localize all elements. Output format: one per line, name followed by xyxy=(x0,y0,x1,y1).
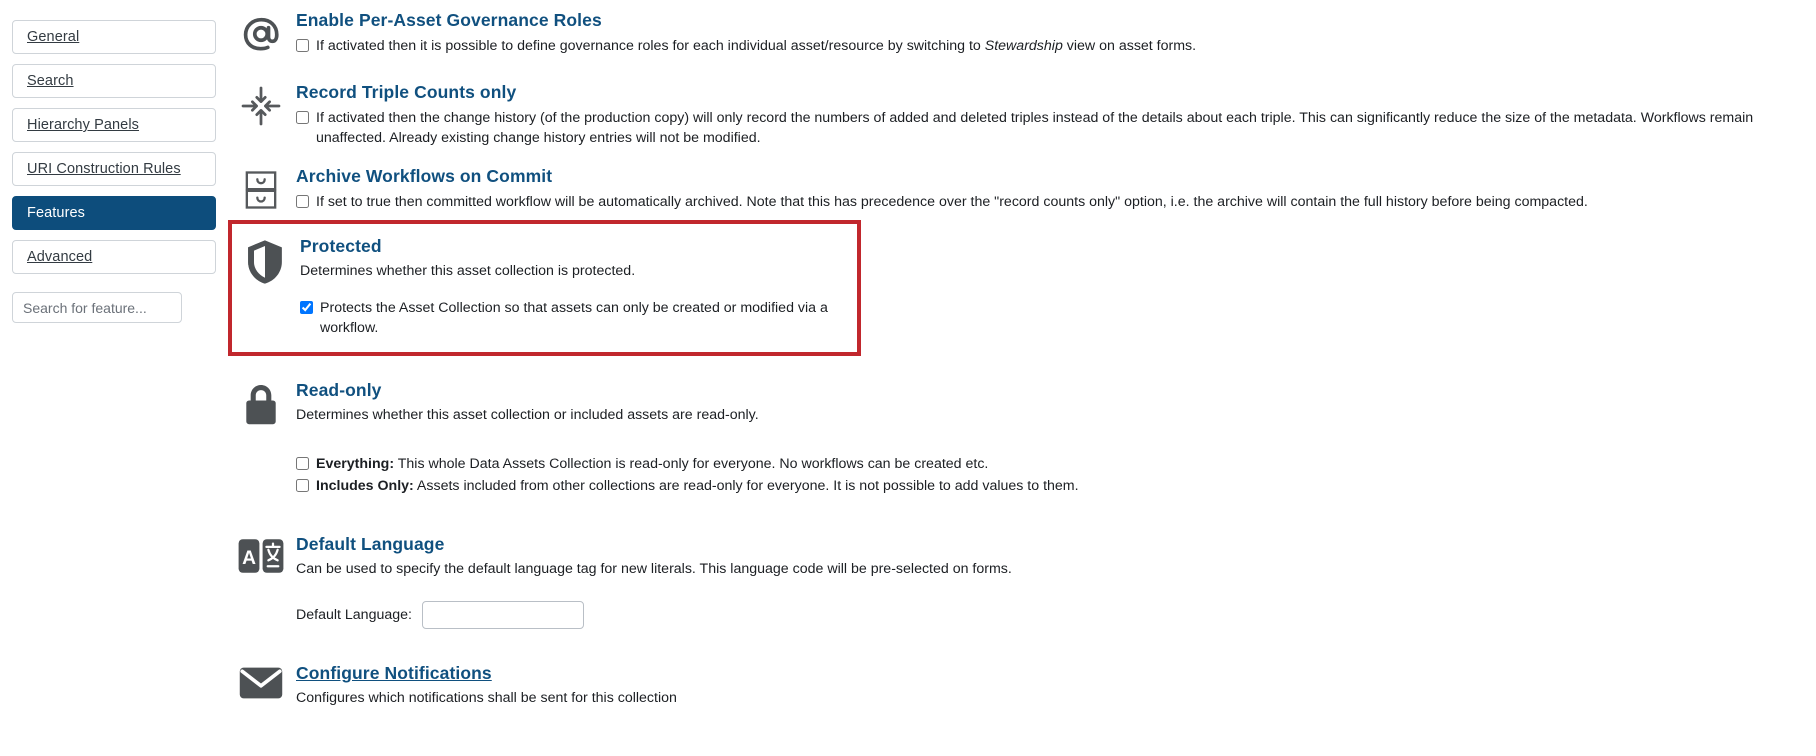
default-language-label: Default Language: xyxy=(296,607,412,624)
sidebar-item-label: URI Construction Rules xyxy=(27,161,181,177)
sidebar-item-label: General xyxy=(27,29,80,45)
translate-icon: A xyxy=(228,534,294,576)
sidebar-item-label: Search xyxy=(27,73,74,89)
compress-arrows-icon xyxy=(228,82,294,128)
checkbox-label: Protects the Asset Collection so that as… xyxy=(320,299,828,336)
envelope-icon xyxy=(228,663,294,701)
checkbox-row: If set to true then committed workflow w… xyxy=(296,192,1802,212)
default-language-field-row: Default Language: xyxy=(296,601,1802,630)
lock-icon xyxy=(228,380,294,428)
checkbox-label-prefix: Includes Only: xyxy=(316,477,414,494)
checkbox-label-emphasis: Stewardship xyxy=(984,37,1063,54)
feature-record-triple-counts-only: Record Triple Counts only If activated t… xyxy=(228,82,1816,148)
sidebar-item-general[interactable]: General xyxy=(12,20,216,54)
sidebar-item-label: Features xyxy=(27,205,86,221)
sidebar-item-search[interactable]: Search xyxy=(12,64,216,98)
sidebar: General Search Hierarchy Panels URI Cons… xyxy=(0,0,228,756)
protected-checkbox[interactable] xyxy=(300,300,313,314)
feature-title: Archive Workflows on Commit xyxy=(296,166,553,187)
checkbox-label: If activated then it is possible to defi… xyxy=(316,36,1802,56)
checkbox-label: Includes Only: Assets included from othe… xyxy=(316,476,1802,496)
checkbox-label-pre: If activated then it is possible to defi… xyxy=(316,37,985,54)
feature-title: Default Language xyxy=(296,533,445,554)
feature-enable-per-asset-governance-roles: Enable Per-Asset Governance Roles If act… xyxy=(228,10,1816,56)
feature-title: Enable Per-Asset Governance Roles xyxy=(296,10,602,30)
feature-search-input[interactable] xyxy=(12,292,182,323)
feature-description: Determines whether this asset collection… xyxy=(296,406,759,423)
at-sign-icon xyxy=(228,10,294,56)
feature-title: Record Triple Counts only xyxy=(296,82,517,103)
checkbox-label-prefix: Everything: xyxy=(316,455,395,472)
sidebar-item-label: Hierarchy Panels xyxy=(27,117,140,133)
sidebar-item-advanced[interactable]: Advanced xyxy=(12,240,216,274)
checkbox-label: If activated then the change history (of… xyxy=(316,109,1754,147)
shield-icon xyxy=(232,236,298,286)
feature-protected-highlighted: Protected Determines whether this asset … xyxy=(228,220,861,357)
checkbox-row: Protects the Asset Collection so that as… xyxy=(300,298,847,338)
feature-description: Can be used to specify the default langu… xyxy=(296,560,1012,577)
feature-title: Protected xyxy=(300,236,382,257)
feature-configure-notifications: Configure Notifications Configures which… xyxy=(228,663,1816,708)
read-only-everything-checkbox[interactable] xyxy=(296,456,309,470)
checkbox-row: Everything: This whole Data Assets Colle… xyxy=(296,454,1802,474)
feature-archive-workflows-on-commit: Archive Workflows on Commit If set to tr… xyxy=(228,166,1816,212)
checkbox-label: If set to true then committed workflow w… xyxy=(316,194,1588,211)
checkbox-row: If activated then it is possible to defi… xyxy=(296,36,1802,56)
checkbox-label-text: Assets included from other collections a… xyxy=(413,477,1079,494)
features-panel: Enable Per-Asset Governance Roles If act… xyxy=(228,0,1816,756)
archive-workflows-on-commit-checkbox[interactable] xyxy=(296,195,309,209)
feature-description: Configures which notifications shall be … xyxy=(296,690,677,707)
checkbox-label: Everything: This whole Data Assets Colle… xyxy=(316,454,1802,474)
sidebar-item-label: Advanced xyxy=(27,249,93,265)
checkbox-row: Includes Only: Assets included from othe… xyxy=(296,476,1802,496)
settings-page: General Search Hierarchy Panels URI Cons… xyxy=(0,0,1816,756)
enable-per-asset-governance-roles-checkbox[interactable] xyxy=(296,38,309,52)
archive-drawers-icon xyxy=(228,166,294,212)
feature-default-language: A Default Language Can be used to specif… xyxy=(228,533,1816,630)
checkbox-row: If activated then the change history (of… xyxy=(296,108,1802,148)
feature-read-only: Read-only Determines whether this asset … xyxy=(228,380,1816,496)
configure-notifications-link[interactable]: Configure Notifications xyxy=(296,663,1802,685)
sidebar-item-hierarchy-panels[interactable]: Hierarchy Panels xyxy=(12,108,216,142)
feature-description: Determines whether this asset collection… xyxy=(300,263,636,280)
sidebar-item-uri-construction-rules[interactable]: URI Construction Rules xyxy=(12,152,216,186)
record-triple-counts-only-checkbox[interactable] xyxy=(296,110,309,124)
default-language-input[interactable] xyxy=(421,601,584,630)
feature-title: Read-only xyxy=(296,380,382,401)
read-only-includes-only-checkbox[interactable] xyxy=(296,478,309,492)
checkbox-label-post: view on asset forms. xyxy=(1062,37,1197,54)
svg-text:A: A xyxy=(242,548,256,569)
sidebar-item-features[interactable]: Features xyxy=(12,196,216,230)
checkbox-label-text: This whole Data Assets Collection is rea… xyxy=(394,455,989,472)
